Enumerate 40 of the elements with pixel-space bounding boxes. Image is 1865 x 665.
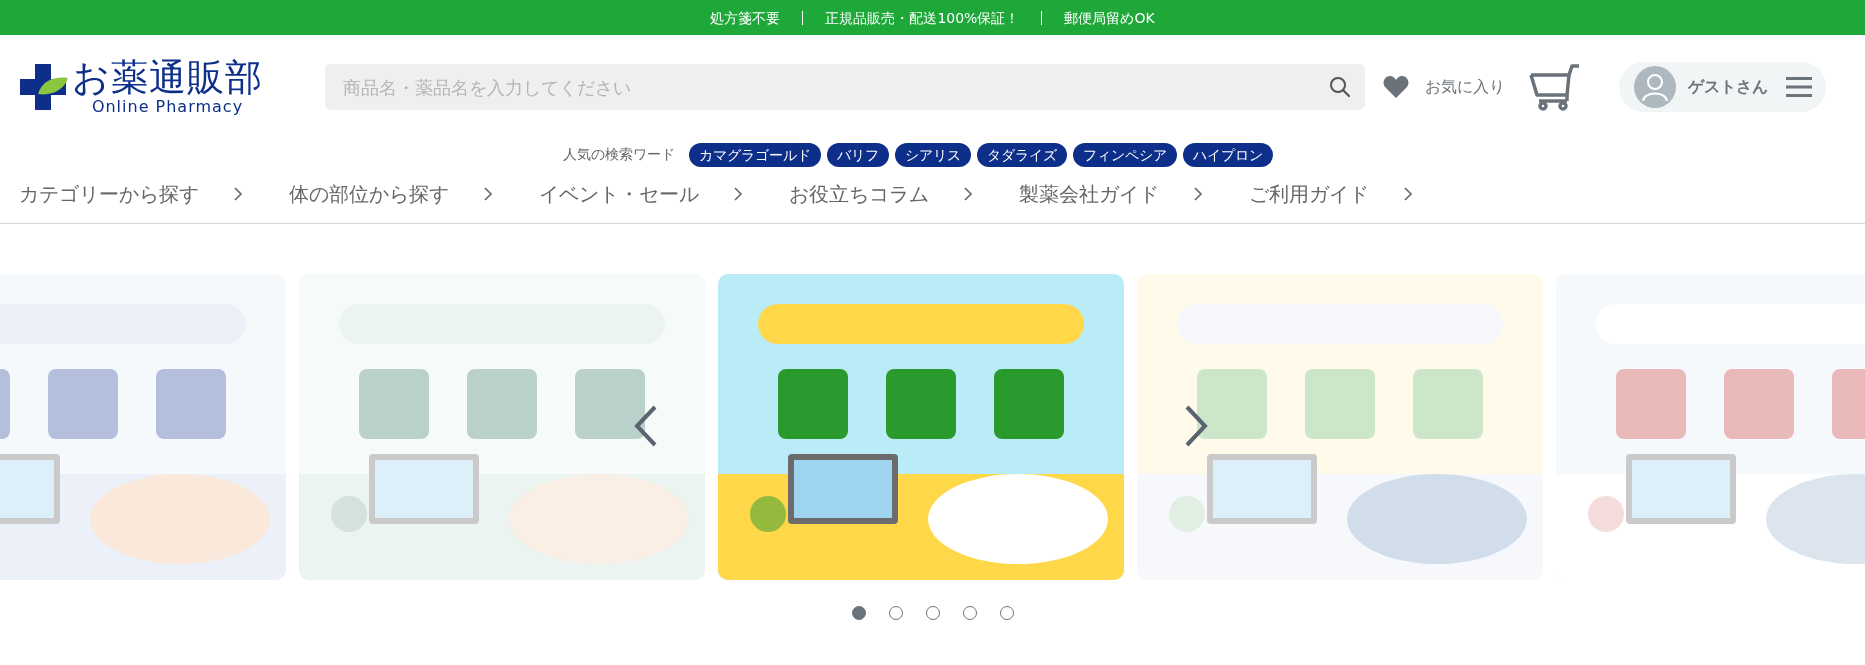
chevron-icon [483,186,493,202]
nav-item[interactable]: イベント・セール [539,179,699,209]
notice-text: 処方箋不要 [709,10,782,25]
search-tag[interactable]: カマグラゴールド [688,143,821,167]
chevron-icon [233,186,243,202]
logo-subtitle: Online Pharmacy [91,98,244,116]
search-tag[interactable]: シアリス [894,143,971,167]
carousel-dot[interactable] [925,606,940,620]
notice-text: 郵便局留めOK [1041,10,1177,25]
carousel-dot[interactable] [999,606,1014,620]
search-tag[interactable]: フィンペシア [1072,143,1177,167]
search-tag[interactable]: タダライズ [976,143,1067,167]
search-tag[interactable]: バリフ [826,143,889,167]
user-name: ゲストさん [1688,76,1768,98]
notice-text: 正規品販売・配送100%保証！ [802,10,1042,25]
cart-icon[interactable] [1529,63,1581,111]
user-menu[interactable]: ゲストさん [1619,62,1826,112]
nav-item[interactable]: 体の部位から探す [289,179,449,209]
popular-search-label: 人気の検索ワード [562,146,675,164]
carousel-dot[interactable] [888,606,903,620]
carousel-dot[interactable] [851,606,866,620]
nav-item[interactable]: 製薬会社ガイド [1019,179,1159,209]
heart-icon[interactable] [1383,75,1409,99]
site-logo[interactable]: お薬通販部 Online Pharmacy [18,58,293,116]
chevron-icon [1193,186,1203,202]
logo-title: お薬通販部 [72,58,263,98]
menu-icon[interactable] [1786,77,1812,97]
nav-item[interactable]: お役立ちコラム [789,179,929,209]
carousel-dot[interactable] [962,606,977,620]
chevron-icon [963,186,973,202]
search-tag[interactable]: ハイプロン [1182,143,1273,167]
nav-item[interactable]: カテゴリーから探す [19,179,199,209]
nav-item[interactable]: ご利用ガイド [1249,179,1369,209]
cross-leaf-icon [18,62,68,112]
search-icon[interactable] [1329,76,1351,98]
chevron-icon [1403,186,1413,202]
chevron-icon [733,186,743,202]
favorites-link[interactable]: お気に入り [1425,76,1505,98]
search-field[interactable]: 商品名・薬品名を入力してください [325,64,1365,110]
avatar-icon [1634,66,1676,108]
